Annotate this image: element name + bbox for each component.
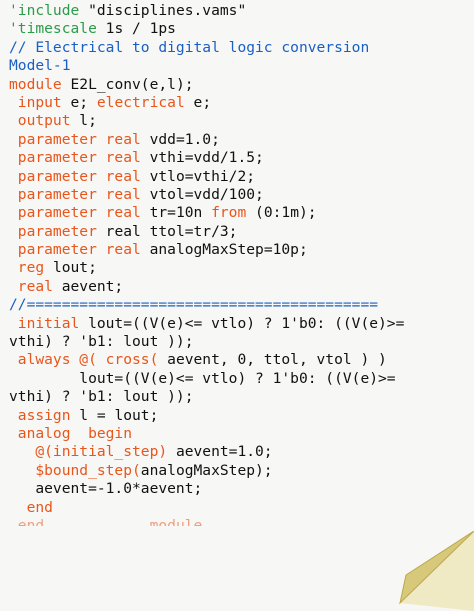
code-line: reg lout;: [9, 259, 404, 277]
code-token: "disciplines.vams": [88, 2, 247, 19]
code-line: parameter real vdd=1.0;: [9, 131, 404, 149]
code-line: initial lout=((V(e)<= vtlo) ? 1'b0: ((V(…: [9, 314, 405, 333]
code-token: 'timescale: [9, 20, 106, 38]
code-token: lout=((V(e)<= vtlo) ? 1'b0: ((V(e)>=: [9, 369, 396, 387]
code-token: vdd=1.0;: [149, 130, 220, 148]
code-token: aevent, 0, ttol, vtol ) ): [167, 351, 387, 369]
code-token: parameter real: [9, 204, 150, 222]
truncated-code-line: end module: [9, 516, 203, 526]
code-token: 1s / 1ps: [105, 20, 176, 38]
code-line: lout=((V(e)<= vtlo) ? 1'b0: ((V(e)>=: [9, 370, 404, 388]
code-token: parameter: [9, 222, 106, 240]
code-line: Model-1: [9, 57, 404, 75]
code-line: parameter real tr=10n from (0:1m);: [9, 204, 404, 222]
code-token: vthi=vdd/1.5;: [149, 149, 264, 167]
code-token: aevent=1.0;: [175, 443, 273, 461]
page-curl-icon: [399, 531, 474, 611]
code-line: // Electrical to digital logic conversio…: [9, 39, 404, 57]
code-token: end: [9, 498, 53, 516]
code-line: vthi) ? 'b1: lout ));: [9, 333, 404, 351]
code-line: aevent=-1.0*aevent;: [9, 480, 404, 498]
code-token: vthi) ? 'b1: lout ));: [9, 388, 194, 406]
code-token: tr=10n: [149, 204, 212, 222]
code-token: e;: [70, 93, 97, 111]
code-token: Model-1: [9, 57, 71, 75]
code-token: aevent=-1.0*aevent;: [9, 480, 203, 498]
code-token: $bound_step(: [9, 461, 141, 479]
code-token: initial: [9, 314, 89, 332]
code-token: lout;: [52, 259, 97, 277]
code-line: @(initial_step) aevent=1.0;: [9, 443, 404, 461]
code-line: parameter real ttol=tr/3;: [9, 223, 404, 241]
code-line: //======================================…: [9, 296, 404, 314]
code-token: e;: [193, 93, 212, 111]
code-token: (0:1m);: [255, 204, 317, 222]
code-token: input: [9, 93, 71, 111]
code-line: 'include "disciplines.vams": [9, 2, 404, 20]
code-token: l = lout;: [79, 406, 159, 424]
code-line: always @( cross( aevent, 0, ttol, vtol )…: [9, 351, 404, 369]
code-token: 'include: [9, 2, 89, 19]
code-token: parameter real: [9, 185, 150, 203]
code-line: end: [9, 499, 404, 517]
code-line: parameter real vthi=vdd/1.5;: [9, 149, 404, 167]
code-token: l;: [79, 112, 97, 130]
code-token: module: [9, 75, 71, 93]
code-listing: 'include "disciplines.vams"'timescale 1s…: [9, 2, 404, 526]
code-token: parameter real: [9, 167, 150, 185]
code-token: always @( cross(: [9, 351, 168, 369]
code-line: assign l = lout;: [9, 407, 404, 425]
code-token: //======================================…: [9, 296, 379, 314]
code-line: input e; electrical e;: [9, 94, 404, 112]
code-token: analogMaxStep=10p;: [149, 241, 308, 259]
code-line: output l;: [9, 112, 404, 130]
code-line: parameter real analogMaxStep=10p;: [9, 241, 404, 259]
code-line: parameter real vtlo=vthi/2;: [9, 168, 404, 186]
code-token: vtlo=vthi/2;: [149, 167, 256, 185]
code-token: output: [9, 112, 80, 130]
code-line: vthi) ? 'b1: lout ));: [9, 388, 404, 406]
code-line: real aevent;: [9, 278, 404, 296]
code-token: @(initial_step): [9, 443, 176, 461]
code-token: vthi) ? 'b1: lout ));: [9, 333, 194, 351]
code-token: lout=((V(e)<= vtlo) ? 1'b0: ((V(e)>=: [88, 314, 405, 332]
code-token: E2L_conv(e,l);: [70, 75, 194, 93]
code-token: aevent;: [61, 277, 124, 295]
code-token: parameter real: [9, 241, 150, 259]
code-line: $bound_step(analogMaxStep);: [9, 462, 404, 480]
code-token: real: [9, 277, 62, 295]
code-token: from: [211, 204, 256, 222]
code-token: reg: [9, 259, 53, 277]
code-token: electrical: [96, 93, 194, 111]
code-token: // Electrical to digital logic conversio…: [9, 38, 370, 56]
code-token: real ttol=tr/3;: [105, 222, 238, 240]
code-line: 'timescale 1s / 1ps: [9, 20, 404, 38]
code-line: module E2L_conv(e,l);: [9, 76, 404, 94]
code-token: vtol=vdd/100;: [149, 185, 264, 203]
page-curl-fold: [400, 531, 474, 611]
code-token: assign: [9, 406, 80, 424]
code-token: parameter real: [9, 149, 150, 167]
code-token: parameter real: [9, 130, 150, 148]
code-line: parameter real vtol=vdd/100;: [9, 186, 404, 204]
code-line: analog begin: [9, 425, 404, 443]
code-token: analogMaxStep);: [140, 461, 273, 479]
code-token: analog begin: [9, 424, 133, 442]
